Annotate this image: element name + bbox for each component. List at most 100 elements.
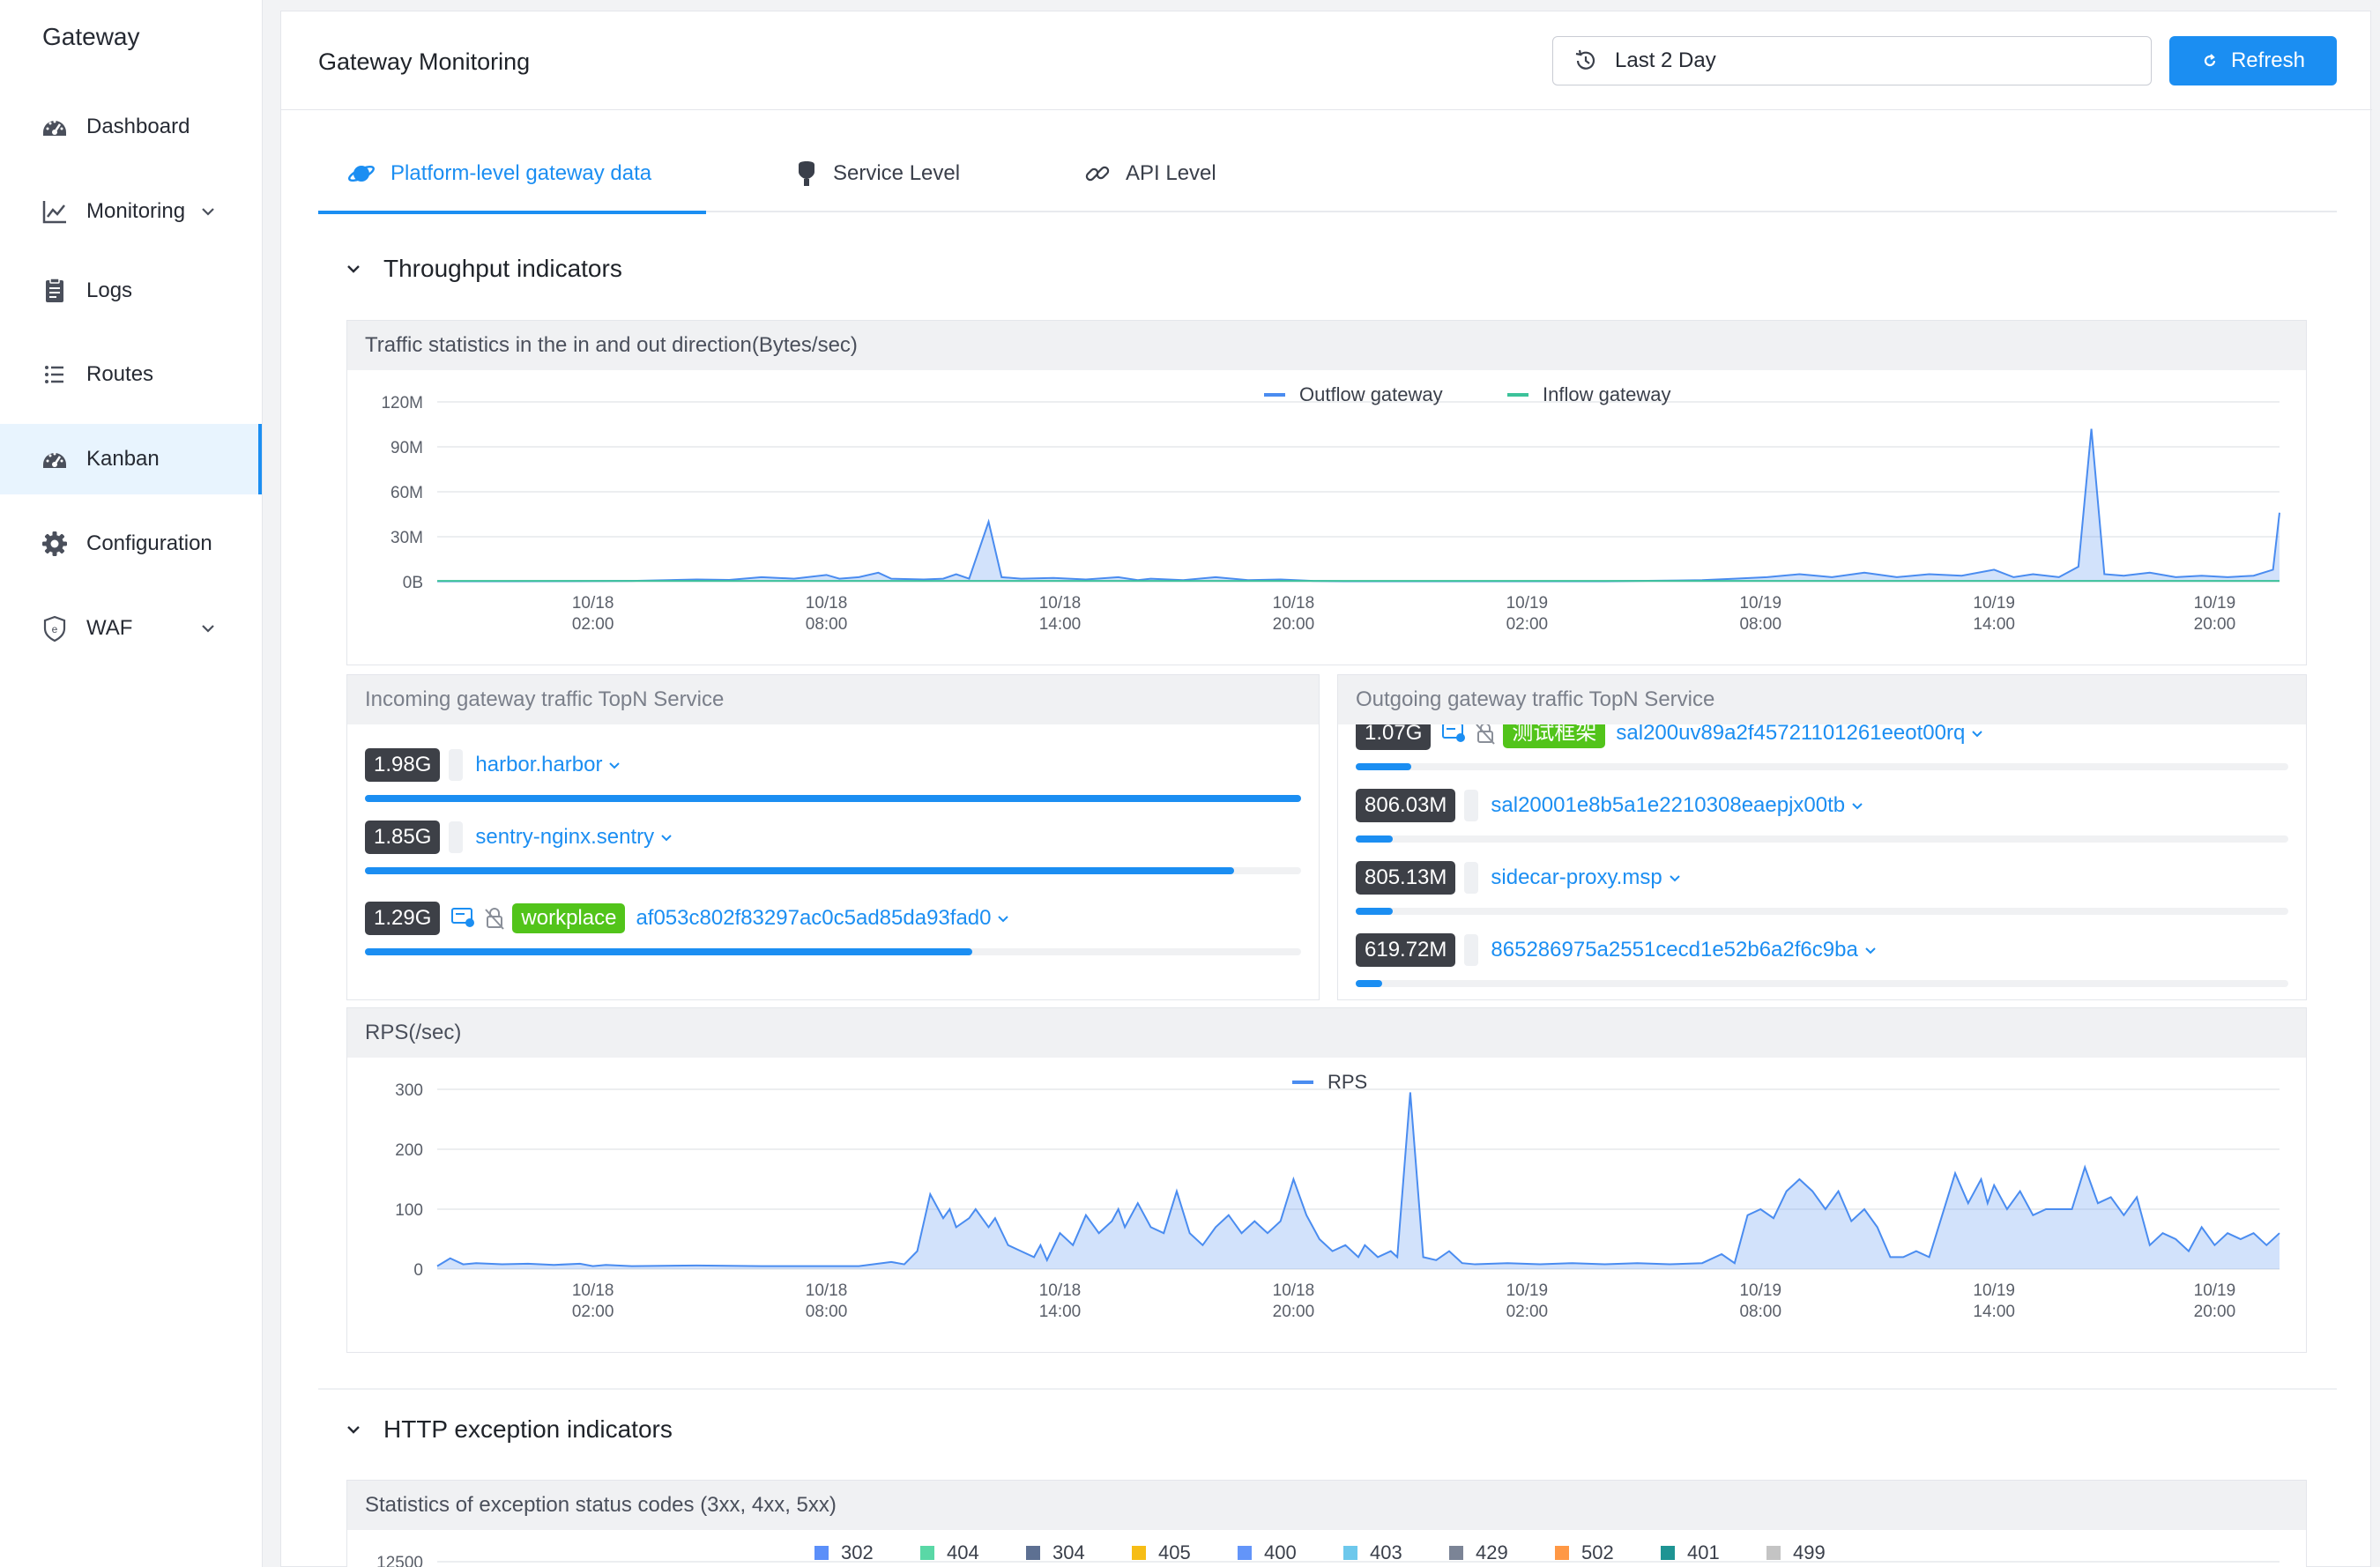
service-link[interactable]: sal20001e8b5a1e2210308eaepjx00tb: [1491, 793, 1864, 818]
x-tick-label: 10/18: [572, 594, 614, 613]
shield-icon: e: [39, 613, 71, 644]
x-tick-label: 20:00: [2194, 615, 2236, 634]
x-tick-label: 02:00: [1506, 615, 1549, 634]
refresh-label: Refresh: [2230, 48, 2306, 72]
y-tick-label: 300: [395, 1081, 423, 1100]
list-item: 619.72M 865286975a2551cecd1e52b6a2f6c9ba: [1356, 932, 2288, 999]
progress-bar: [365, 867, 1301, 874]
x-tick-label: 10/19: [1973, 594, 2015, 613]
tab-service-level[interactable]: Service Level: [794, 135, 960, 212]
x-tick-label: 02:00: [572, 1303, 614, 1321]
progress-bar: [365, 948, 1301, 955]
service-link[interactable]: sidecar-proxy.msp: [1491, 865, 1681, 890]
y-tick-label: 30M: [390, 529, 423, 547]
x-tick-label: 10/19: [2194, 1281, 2236, 1300]
sidebar-item-kanban[interactable]: Kanban: [0, 424, 262, 494]
main-panel: Gateway Monitoring Last 2 Day Refresh Pl…: [280, 11, 2372, 1567]
progress-bar: [1356, 980, 2288, 987]
traffic-value: 1.85G: [365, 821, 441, 854]
traffic-chart: 0B 30M 60M 90M 120M 10/18 02:00 10/18 08:00 10/18…: [381, 383, 2280, 634]
traffic-chart-card: Traffic statistics in the in and out dir…: [346, 320, 2307, 665]
sidebar-item-monitoring[interactable]: Monitoring: [0, 176, 262, 247]
legend-label: 502: [1581, 1541, 1614, 1563]
chevron-down-icon: [996, 911, 1010, 925]
sidebar-item-label: Monitoring: [86, 199, 186, 223]
tab-platform-level[interactable]: Platform-level gateway data: [318, 135, 706, 214]
legend-label: 404: [947, 1541, 979, 1563]
section-toggle-http-exception[interactable]: HTTP exception indicators: [345, 1415, 673, 1444]
chevron-down-icon: [659, 830, 673, 844]
legend-swatch: [1449, 1546, 1463, 1560]
y-tick-label: 0: [413, 1261, 423, 1280]
rps-chart-card: RPS(/sec) 0 100 200 300 10/18 02:00 10/18 08:00…: [346, 1007, 2307, 1353]
card-title: Statistics of exception status codes (3x…: [347, 1481, 2306, 1530]
progress-bar: [1356, 763, 2288, 770]
tab-api-level[interactable]: API Level: [1083, 135, 1216, 212]
section-title: Throughput indicators: [383, 255, 622, 282]
legend-label: 405: [1158, 1541, 1191, 1563]
chevron-down-icon: [200, 201, 216, 226]
link-icon: [1083, 160, 1112, 188]
service-link[interactable]: af053c802f83297ac0c5ad85da93fad0: [636, 906, 1010, 931]
legend-label: 302: [841, 1541, 874, 1563]
x-tick-label: 10/19: [1506, 594, 1549, 613]
service-tag: workplace: [512, 903, 626, 933]
list-item: 1.85G sentry-nginx.sentry: [365, 820, 1301, 890]
section-divider: [318, 1388, 2337, 1390]
section-title: HTTP exception indicators: [383, 1415, 673, 1443]
sidebar: Gateway Dashboard Monitoring Logs Routes…: [0, 0, 262, 1567]
tab-bar: Platform-level gateway data Service Leve…: [318, 135, 2337, 214]
history-icon: [1573, 48, 1599, 74]
time-range-picker[interactable]: Last 2 Day: [1552, 36, 2152, 85]
service-link[interactable]: sal200uv89a2f45721101261eeot00rq: [1616, 724, 1984, 746]
x-tick-label: 14:00: [1973, 1303, 2015, 1321]
legend-label: 403: [1370, 1541, 1402, 1563]
card-title: Incoming gateway traffic TopN Service: [347, 675, 1319, 724]
traffic-value: 1.07G: [1356, 724, 1432, 750]
progress-bar: [1356, 835, 2288, 843]
x-tick-label: 10/18: [806, 594, 848, 613]
dashboard-icon: [39, 443, 71, 475]
refresh-button[interactable]: Refresh: [2169, 36, 2337, 85]
planet-icon: [346, 159, 376, 189]
sidebar-item-logs[interactable]: Logs: [0, 256, 262, 326]
x-tick-label: 20:00: [1273, 1303, 1315, 1321]
no-lock-icon: [1473, 724, 1498, 746]
rps-chart: 0 100 200 300 10/18 02:00 10/18 08:00 10/18 14:00…: [395, 1071, 2280, 1321]
service-link[interactable]: 865286975a2551cecd1e52b6a2f6c9ba: [1491, 938, 1877, 962]
sidebar-item-configuration[interactable]: Configuration: [0, 509, 262, 579]
refresh-icon: [2201, 52, 2219, 70]
list-icon: [39, 359, 71, 390]
gear-icon: [39, 528, 71, 560]
x-tick-label: 20:00: [1273, 615, 1315, 634]
topn-outgoing-list[interactable]: 1.07G 测试框架 sal200uv89a2f45721101261eeot0…: [1338, 724, 2306, 999]
svg-text:e: e: [52, 623, 58, 635]
x-tick-label: 08:00: [806, 615, 848, 634]
sidebar-item-routes[interactable]: Routes: [0, 339, 262, 410]
legend-swatch: [1555, 1546, 1569, 1560]
sidebar-item-label: Logs: [86, 278, 133, 302]
y-tick-label: 100: [395, 1201, 423, 1220]
card-title: Traffic statistics in the in and out dir…: [347, 321, 2306, 370]
x-tick-label: 14:00: [1039, 1303, 1082, 1321]
y-tick-label: 60M: [390, 484, 423, 502]
sidebar-item-waf[interactable]: e WAF: [0, 593, 262, 664]
legend-swatch: [1766, 1546, 1781, 1560]
x-tick-label: 02:00: [1506, 1303, 1549, 1321]
legend-label: Outflow gateway: [1299, 383, 1443, 405]
sidebar-item-dashboard[interactable]: Dashboard: [0, 92, 262, 162]
no-lock-icon: [482, 906, 507, 931]
series-line: [437, 428, 2280, 583]
card-title: Outgoing gateway traffic TopN Service: [1338, 675, 2306, 724]
series-area: [437, 428, 2280, 582]
chevron-down-icon: [607, 758, 621, 772]
service-link[interactable]: harbor.harbor: [475, 753, 621, 777]
chevron-down-icon: [200, 618, 216, 642]
section-toggle-throughput[interactable]: Throughput indicators: [345, 255, 622, 283]
service-link[interactable]: sentry-nginx.sentry: [475, 825, 673, 850]
legend-label: 429: [1476, 1541, 1508, 1563]
list-item: 1.98G harbor.harbor: [365, 747, 1301, 818]
x-tick-label: 10/18: [1039, 1281, 1082, 1300]
progress-bar: [365, 795, 1301, 802]
chevron-down-icon: [345, 260, 362, 278]
